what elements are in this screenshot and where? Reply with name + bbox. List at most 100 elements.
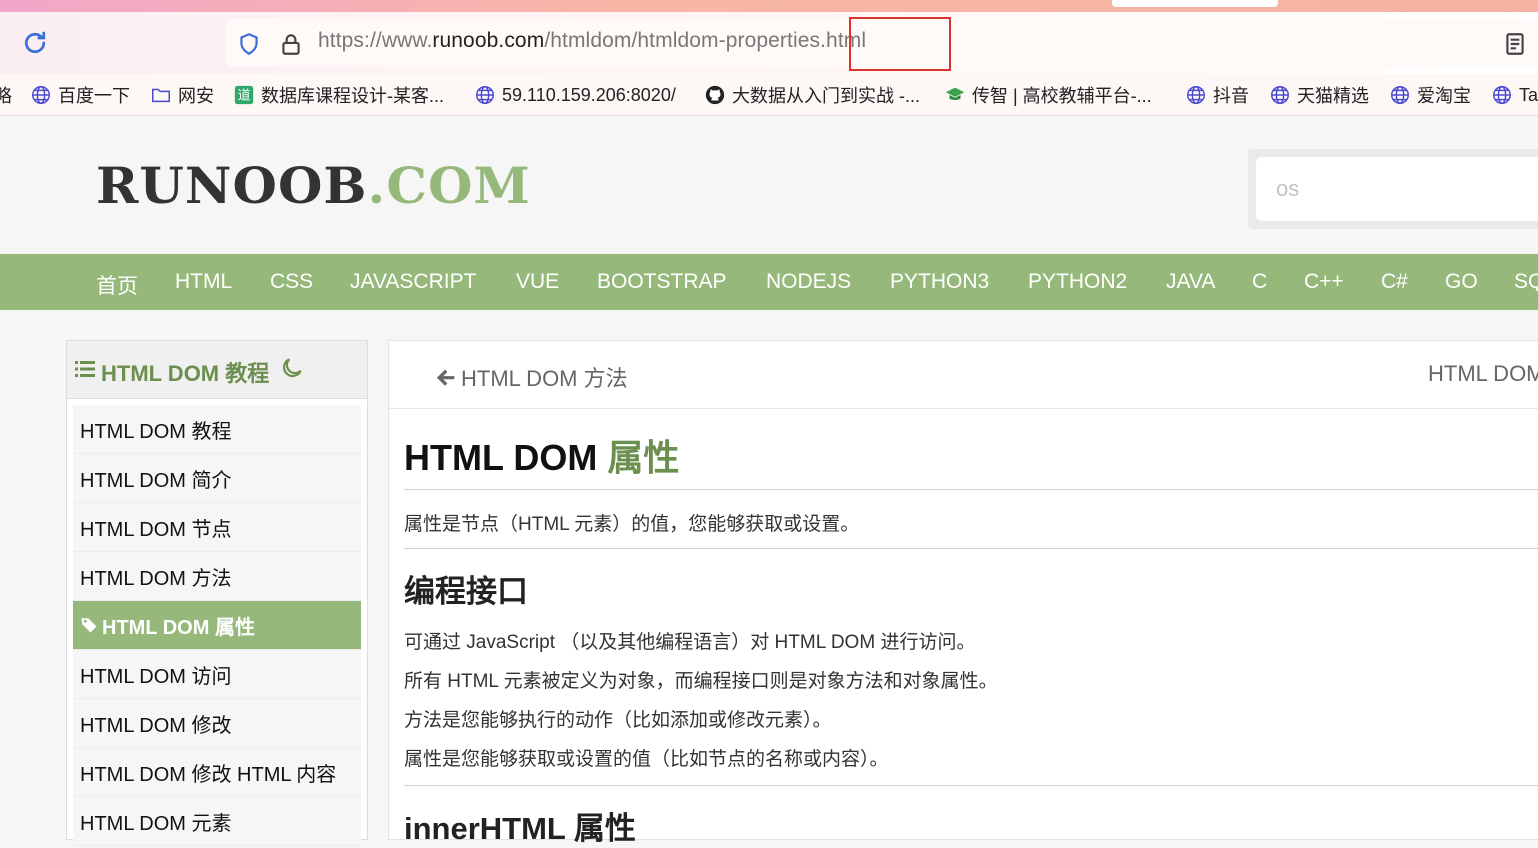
bookmark-item[interactable]: 道 数据库课程设计-某客... [233,82,444,108]
sidebar-item[interactable]: HTML DOM 简介 [73,454,361,503]
url-prefix: https://www. [318,29,433,52]
browser-tab[interactable] [1112,0,1278,7]
sidebar-item[interactable]: HTML DOM 方法 [73,552,361,601]
site-icon: 道 [234,85,254,105]
nav-link-go[interactable]: GO [1445,270,1478,294]
intro-paragraph: 属性是节点（HTML 元素）的值，您能够获取或设置。 [404,514,860,535]
paragraph: 方法是您能够执行的动作（比如添加或修改元素）。 [404,710,832,731]
nav-link-python3[interactable]: PYTHON3 [890,270,989,294]
nav-link-sql[interactable]: SQ [1514,270,1538,294]
sidebar-list: HTML DOM 教程 HTML DOM 简介 HTML DOM 节点 HTML… [73,405,361,846]
bookmark-item[interactable]: 天猫精选 [1269,82,1369,108]
bookmark-item[interactable]: 59.110.159.206:8020/ [474,82,676,108]
nav-link-java[interactable]: JAVA [1166,270,1215,294]
search-input[interactable] [1256,157,1538,221]
github-icon [705,85,725,105]
bookmark-label: Ta [1519,84,1538,105]
bookmark-item[interactable]: 百度一下 [30,82,130,108]
globe-icon [1493,86,1511,104]
sidebar: HTML DOM 教程 HTML DOM 教程 HTML DOM 简介 HTML… [66,340,368,846]
bookmark-label: 数据库课程设计-某客... [261,86,444,106]
reader-view-icon[interactable] [1502,30,1528,58]
globe-icon [1391,86,1409,104]
url-text[interactable]: https://www.runoob.com/htmldom/htmldom-p… [318,29,866,53]
divider [404,785,1538,786]
svg-text:道: 道 [238,89,251,104]
nav-link-bootstrap[interactable]: BOOTSTRAP [597,270,727,294]
divider [404,548,1538,549]
sidebar-item[interactable]: HTML DOM 教程 [73,405,361,454]
sidebar-item[interactable]: HTML DOM 修改 [73,699,361,748]
bookmark-label: 59.110.159.206:8020/ [502,84,676,105]
url-host: runoob.com [432,29,545,52]
bookmark-item[interactable]: 大数据从入门到实战 -... [704,82,920,108]
bookmark-item[interactable]: Ta [1491,82,1538,108]
bookmark-label: 大数据从入门到实战 -... [732,86,920,106]
logo-suffix: .COM [367,156,531,215]
globe-icon [476,86,494,104]
globe-icon [32,86,50,104]
page-title-accent: 属性 [607,437,680,478]
prev-page-label: HTML DOM 方法 [461,366,628,391]
paragraph: 所有 HTML 元素被定义为对象，而编程接口则是对象方法和对象属性。 [404,671,998,692]
prev-next-bar: HTML DOM 方法 HTML DOM [389,341,1538,409]
globe-icon [1187,86,1205,104]
bookmark-item[interactable]: 传智 | 高校教辅平台-... [944,82,1152,108]
tab-strip [0,0,1538,12]
sidebar-item-label: HTML DOM 属性 [102,616,255,639]
site-logo[interactable]: RUNOOB.COM [96,156,531,215]
nav-link-css[interactable]: CSS [270,270,313,294]
paragraph: 可通过 JavaScript （以及其他编程语言）对 HTML DOM 进行访问… [404,632,976,653]
url-path: /htmldom/htmldom-properties.html [544,29,867,52]
folder-icon [152,88,170,103]
bookmark-item[interactable]: 爱淘宝 [1389,82,1471,108]
sidebar-item-active[interactable]: HTML DOM 属性 [73,601,361,650]
paragraph: 属性是您能够获取或设置的值（比如节点的名称或内容）。 [404,749,889,770]
nav-link-home[interactable]: 首页 [96,270,138,300]
section-heading: innerHTML 属性 [404,811,636,846]
bookmark-item[interactable]: 网安 [150,82,214,108]
nav-link-c[interactable]: C [1252,270,1267,294]
logo-text: RUNOOB [96,156,368,215]
sidebar-item[interactable]: HTML DOM 修改 HTML 内容 [73,748,361,797]
shield-icon[interactable] [236,30,262,58]
cap-icon [945,87,965,101]
bookmark-label: 网安 [178,86,214,106]
page-title: HTML DOM 属性 [404,429,679,481]
article: HTML DOM 方法 HTML DOM HTML DOM 属性 属性是节点（H… [388,340,1538,846]
nav-link-csharp[interactable]: C# [1381,270,1408,294]
page-title-main: HTML DOM [404,437,608,478]
nav-link-vue[interactable]: VUE [516,270,559,294]
tag-icon [81,618,97,633]
section-heading: 编程接口 [404,574,528,609]
main-nav: 首页 HTML CSS JAVASCRIPT VUE BOOTSTRAP NOD… [0,254,1538,310]
nav-link-html[interactable]: HTML [175,270,232,294]
reload-icon[interactable] [20,28,50,58]
bookmark-item[interactable]: 抖音 [1185,82,1249,108]
search-box [1248,149,1538,229]
sidebar-item[interactable]: HTML DOM 节点 [73,503,361,552]
list-icon [75,361,95,377]
nav-link-python2[interactable]: PYTHON2 [1028,270,1127,294]
nav-link-nodejs[interactable]: NODEJS [766,270,851,294]
bookmark-label: 爱淘宝 [1417,86,1471,106]
bookmark-item[interactable]: 略 [0,82,12,108]
nav-link-cpp[interactable]: C++ [1304,270,1344,294]
bookmark-label: 百度一下 [58,86,130,106]
sidebar-header: HTML DOM 教程 [67,341,367,399]
lock-icon[interactable] [278,30,304,58]
bookmarks-bar: 略 百度一下 网安 道 数据库课程设计-某客... 59.110.159.206… [0,74,1538,116]
sidebar-item[interactable]: HTML DOM 元素 [73,797,361,846]
bookmark-label: 天猫精选 [1297,86,1369,106]
moon-icon[interactable] [279,355,305,381]
arrow-left-icon [436,369,455,386]
address-bar-row: https://www.runoob.com/htmldom/htmldom-p… [0,12,1538,74]
nav-link-javascript[interactable]: JAVASCRIPT [350,270,476,294]
bookmark-label: 略 [0,86,12,106]
next-page-link[interactable]: HTML DOM [1428,361,1538,387]
site-header: RUNOOB.COM [0,116,1538,254]
prev-page-link[interactable]: HTML DOM 方法 [435,361,628,393]
globe-icon [1271,86,1289,104]
sidebar-title: HTML DOM 教程 [101,361,270,386]
sidebar-item[interactable]: HTML DOM 访问 [73,650,361,699]
